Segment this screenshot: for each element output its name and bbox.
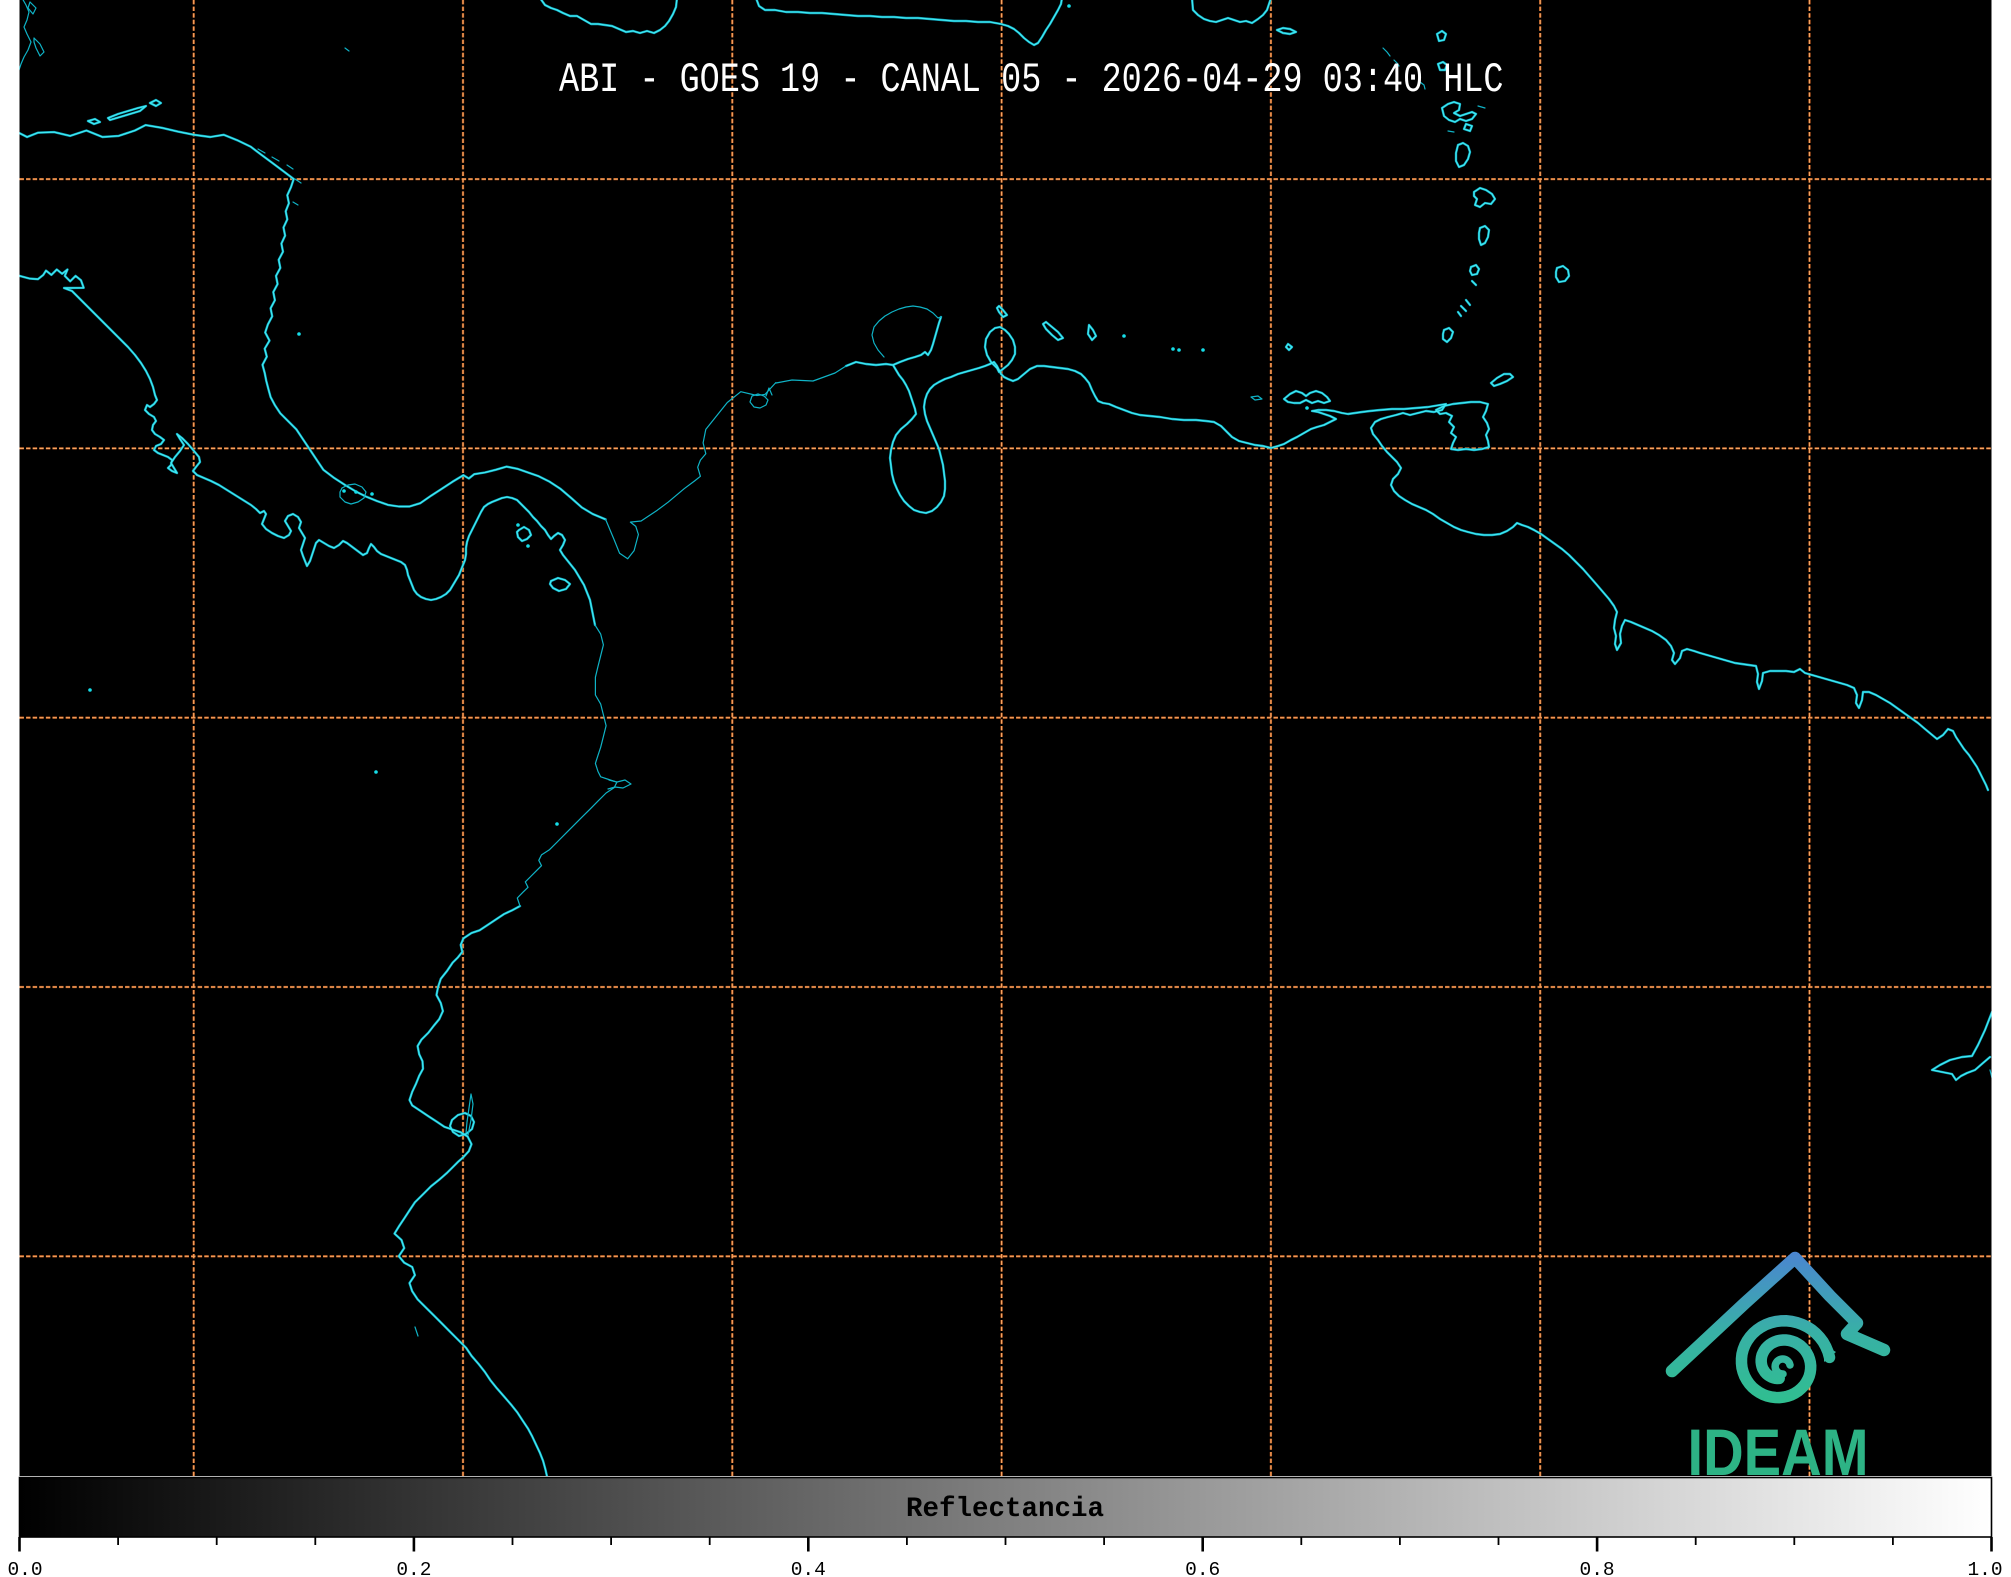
svg-text:1.0: 1.0: [1967, 1559, 2002, 1577]
svg-text:0.2: 0.2: [396, 1559, 431, 1577]
svg-text:0.6: 0.6: [1185, 1559, 1220, 1577]
svg-text:ABI - GOES 19 - CANAL 05 - 202: ABI - GOES 19 - CANAL 05 - 2026-04-29 03…: [559, 57, 1504, 104]
svg-text:0.8: 0.8: [1580, 1559, 1615, 1577]
svg-text:0.0: 0.0: [7, 1559, 42, 1577]
svg-text:Reflectancia: Reflectancia: [906, 1494, 1104, 1525]
svg-text:0.4: 0.4: [791, 1559, 826, 1577]
